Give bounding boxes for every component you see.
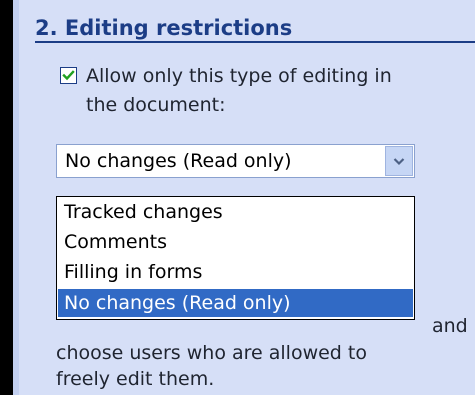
restrict-editing-checkbox[interactable] <box>60 67 77 84</box>
option-comments[interactable]: Comments <box>58 228 413 256</box>
dropdown-button[interactable] <box>385 146 413 176</box>
option-filling-in-forms[interactable]: Filling in forms <box>58 258 413 286</box>
exceptions-text-line3: freely edit them. <box>56 368 215 390</box>
section-divider <box>35 41 475 43</box>
option-label: Filling in forms <box>64 261 203 283</box>
option-no-changes[interactable]: No changes (Read only) <box>58 289 413 317</box>
editing-type-dropdown[interactable]: No changes (Read only) <box>56 144 415 178</box>
option-label: Comments <box>64 231 167 253</box>
checkmark-icon <box>62 70 75 81</box>
dropdown-selected-value: No changes (Read only) <box>65 150 292 172</box>
option-label: Tracked changes <box>64 201 223 223</box>
option-tracked-changes[interactable]: Tracked changes <box>58 198 413 226</box>
exceptions-text-line1-tail: and <box>432 315 468 337</box>
dropdown-list: Tracked changes Comments Filling in form… <box>56 196 415 320</box>
task-pane-edge <box>13 0 19 395</box>
restrict-editing-label-line1[interactable]: Allow only this type of editing in <box>86 64 392 88</box>
exceptions-text-line2: choose users who are allowed to <box>56 342 367 364</box>
option-label: No changes (Read only) <box>64 292 291 314</box>
section-header: 2. Editing restrictions <box>35 14 475 43</box>
section-title: 2. Editing restrictions <box>35 16 293 40</box>
restrict-editing-label-line2[interactable]: the document: <box>86 93 226 117</box>
chevron-down-icon <box>393 158 405 166</box>
